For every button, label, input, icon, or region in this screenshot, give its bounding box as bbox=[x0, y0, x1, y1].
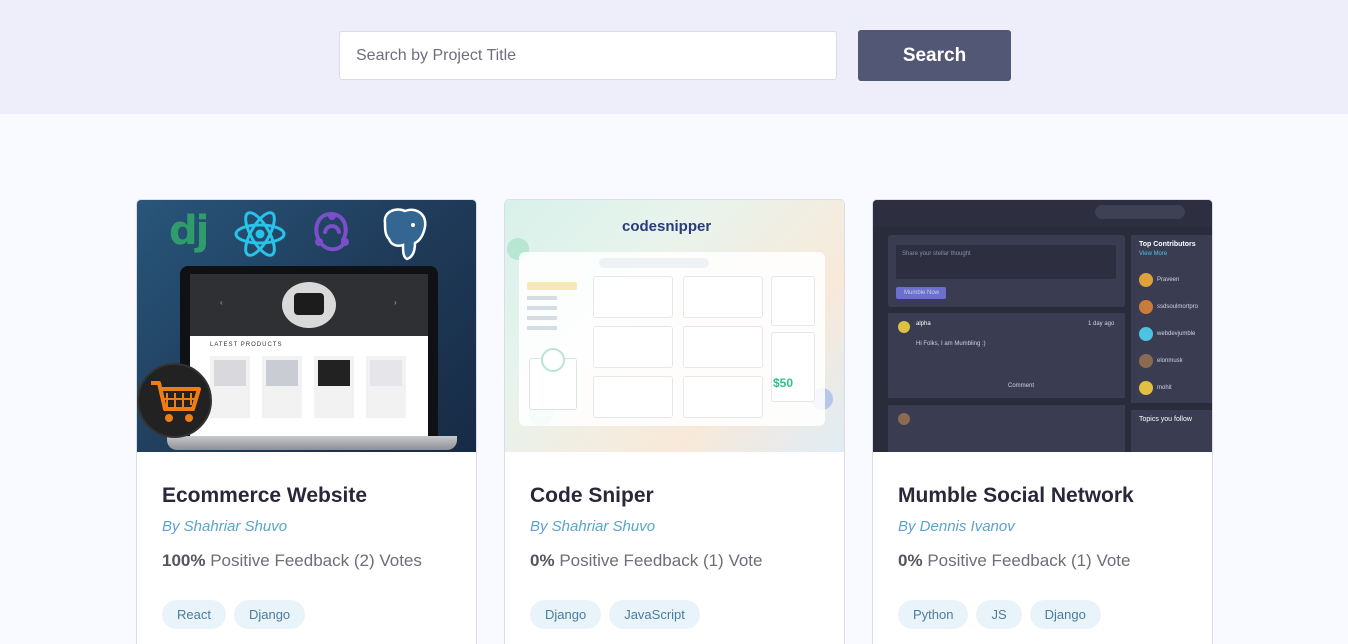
tag: React bbox=[162, 600, 226, 629]
project-title[interactable]: Ecommerce Website bbox=[162, 484, 367, 508]
project-title[interactable]: Mumble Social Network bbox=[898, 484, 1134, 508]
project-thumbnail[interactable]: dj ‹ › LATEST PRODUCTS bbox=[137, 200, 476, 452]
project-tags: React Django bbox=[162, 600, 306, 629]
project-feedback: 0% Positive Feedback (1) Vote bbox=[898, 551, 1130, 571]
react-logo-icon bbox=[234, 211, 286, 257]
mumble-topics: Topics you follow bbox=[1131, 410, 1212, 452]
feedback-text: Positive Feedback (1) Vote bbox=[927, 551, 1131, 570]
shopping-cart-icon bbox=[151, 381, 201, 422]
price-badge: $50 bbox=[773, 376, 794, 390]
project-feedback: 100% Positive Feedback (2) Votes bbox=[162, 551, 422, 571]
laptop-screen: ‹ › LATEST PRODUCTS bbox=[180, 266, 438, 438]
tag: JavaScript bbox=[609, 600, 700, 629]
feedback-percent: 100% bbox=[162, 551, 206, 570]
tag: Django bbox=[233, 600, 306, 629]
mumble-post: alpha 1 day ago Hi Folks, I am Mumbling … bbox=[888, 313, 1125, 398]
tag: Python bbox=[898, 600, 969, 629]
search-header: Search bbox=[0, 0, 1348, 114]
tag: Django bbox=[530, 600, 602, 629]
django-logo: dj bbox=[169, 208, 209, 254]
tag: Django bbox=[1029, 600, 1101, 629]
project-tags: Python JS Django bbox=[898, 600, 1101, 629]
project-card-code-sniper[interactable]: codesnipper $50 Code Sniper By Shahriar … bbox=[504, 199, 845, 644]
mumble-compose-box: Share your stellar thought Mumble Now bbox=[888, 235, 1125, 307]
project-author: By Shahriar Shuvo bbox=[162, 518, 288, 535]
cart-badge bbox=[137, 363, 212, 438]
project-author: By Dennis Ivanov bbox=[898, 518, 1015, 535]
codesnipper-dashboard bbox=[519, 252, 825, 426]
project-thumbnail[interactable]: Share your stellar thought Mumble Now To… bbox=[873, 200, 1212, 452]
codesnipper-brand: codesnipper bbox=[622, 218, 712, 235]
feedback-text: Positive Feedback (1) Vote bbox=[559, 551, 763, 570]
mumble-sidebar: Top Contributors View More Praveen ssdso… bbox=[1131, 235, 1212, 403]
project-card-ecommerce[interactable]: dj ‹ › LATEST PRODUCTS Ecommerce Website… bbox=[136, 199, 477, 644]
project-title[interactable]: Code Sniper bbox=[530, 484, 654, 508]
project-thumbnail[interactable]: codesnipper $50 bbox=[505, 200, 844, 452]
project-tags: Django JavaScript bbox=[530, 600, 700, 629]
feedback-text: Positive Feedback (2) Votes bbox=[210, 551, 422, 570]
feedback-percent: 0% bbox=[898, 551, 923, 570]
mumble-topbar bbox=[873, 200, 1212, 226]
project-feedback: 0% Positive Feedback (1) Vote bbox=[530, 551, 762, 571]
tag: JS bbox=[976, 600, 1022, 629]
laptop-base bbox=[167, 436, 457, 450]
search-input[interactable] bbox=[339, 31, 837, 80]
project-card-mumble[interactable]: Share your stellar thought Mumble Now To… bbox=[872, 199, 1213, 644]
project-author: By Shahriar Shuvo bbox=[530, 518, 656, 535]
search-button[interactable]: Search bbox=[858, 30, 1011, 81]
mumble-post bbox=[888, 405, 1125, 452]
redux-logo-icon bbox=[314, 212, 349, 252]
feedback-percent: 0% bbox=[530, 551, 555, 570]
postgres-logo-icon bbox=[383, 208, 427, 261]
latest-products-label: LATEST PRODUCTS bbox=[210, 342, 283, 348]
